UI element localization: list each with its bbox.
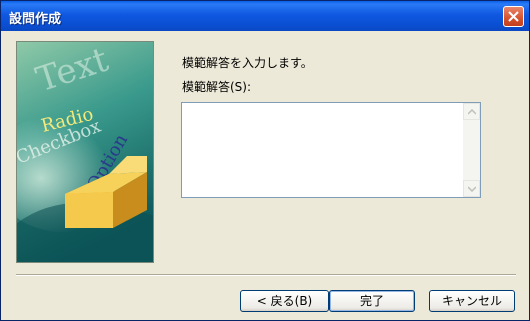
vertical-scrollbar[interactable]	[463, 103, 480, 197]
cancel-button[interactable]: キャンセル	[429, 290, 515, 312]
chevron-up-icon	[468, 109, 476, 115]
scroll-up-button[interactable]	[463, 103, 480, 120]
chevron-down-icon	[468, 186, 476, 192]
title-bar[interactable]: 設問作成	[1, 1, 529, 31]
answer-label: 模範解答(S):	[182, 80, 252, 94]
dialog-window: 設問作成 Text Radio Checkbox Option 模範解答を入力し…	[0, 0, 530, 321]
description-text: 模範解答を入力します。	[182, 56, 313, 70]
close-icon	[508, 11, 519, 22]
back-button[interactable]: < 戻る(B)	[240, 290, 329, 312]
close-button[interactable]	[503, 6, 524, 27]
window-title: 設問作成	[9, 12, 62, 27]
wizard-illustration: Text Radio Checkbox Option	[16, 41, 154, 263]
separator	[16, 274, 516, 276]
scroll-down-button[interactable]	[463, 180, 480, 197]
answer-textarea[interactable]	[181, 102, 481, 198]
finish-button[interactable]: 完了	[329, 290, 415, 312]
